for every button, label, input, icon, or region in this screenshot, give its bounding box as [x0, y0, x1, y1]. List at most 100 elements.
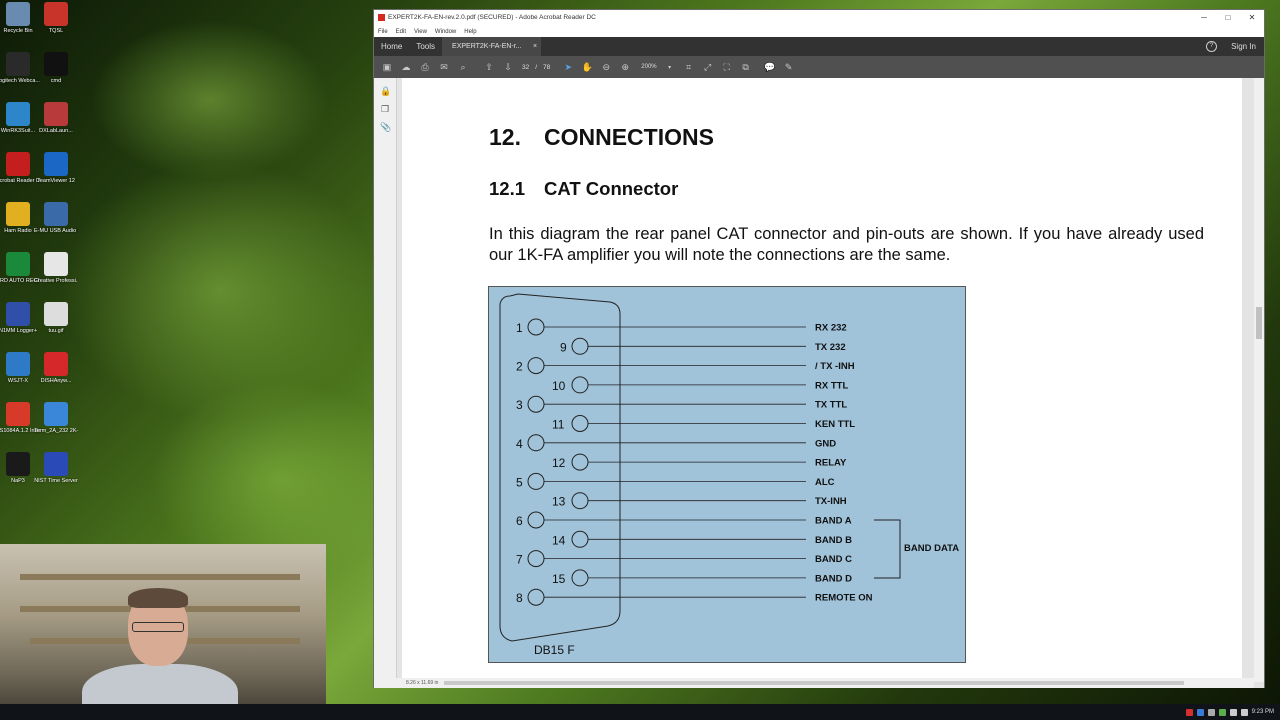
fit-page-icon[interactable]: ⤢	[702, 61, 714, 73]
help-icon[interactable]: ?	[1206, 41, 1218, 52]
comment-icon[interactable]: 💬	[764, 61, 776, 73]
maximize-button[interactable]: □	[1216, 10, 1240, 26]
desktop-icon[interactable]: cmd	[34, 52, 78, 85]
body-paragraph: In this diagram the rear panel CAT conne…	[489, 225, 1204, 264]
tray-app-icon[interactable]	[1218, 708, 1226, 716]
tab-home[interactable]: Home	[374, 37, 409, 56]
volume-icon[interactable]	[1240, 708, 1248, 716]
desktop-icon-image	[44, 152, 68, 176]
close-button[interactable]: ✕	[1240, 10, 1264, 26]
zoom-in-icon[interactable]: ⊕	[619, 61, 631, 73]
pin-signal-label: ALC	[815, 477, 835, 488]
full-screen-icon[interactable]: ⛶	[721, 61, 733, 73]
desktop-icon[interactable]: TeamViewer 12	[34, 152, 78, 185]
wallpaper-fern	[90, 20, 330, 180]
desktop-icon-image	[6, 2, 30, 26]
tray-app-icon[interactable]	[1185, 708, 1193, 716]
close-tab-icon[interactable]: ×	[533, 37, 537, 56]
page-current[interactable]: 32	[522, 64, 529, 71]
desktop-icon-image	[6, 252, 30, 276]
network-icon[interactable]	[1229, 708, 1237, 716]
desktop-icon-image	[6, 52, 30, 76]
menu-view[interactable]: View	[414, 29, 427, 35]
tab-tools[interactable]: Tools	[409, 37, 442, 56]
desktop-icon[interactable]: Creative Professi...	[34, 252, 78, 285]
lock-icon[interactable]: 🔒	[380, 86, 391, 96]
title-bar[interactable]: EXPERT2K-FA-EN-rev.2.0.pdf (SECURED) - A…	[374, 10, 1264, 26]
page-up-icon[interactable]: ⇧	[483, 61, 495, 73]
nav-bar: Home Tools EXPERT2K-FA-EN-r... × ? Sign …	[374, 37, 1264, 56]
select-tool-icon[interactable]: ➤	[562, 61, 574, 73]
menu-edit[interactable]: Edit	[396, 29, 406, 35]
pin-signal-label: BAND A	[815, 516, 852, 527]
scroll-thumb[interactable]	[1256, 307, 1262, 339]
tab-document[interactable]: EXPERT2K-FA-EN-r... ×	[442, 37, 542, 56]
search-icon[interactable]: ⌕	[457, 61, 469, 73]
desktop-icon-label: DXLabLaun...	[39, 128, 73, 134]
email-icon[interactable]: ✉	[438, 61, 450, 73]
pin-signal-label: BAND C	[815, 554, 852, 565]
pin-number: 8	[516, 591, 523, 605]
tray-app-icon[interactable]	[1196, 708, 1204, 716]
clock[interactable]: 9:23 PM	[1252, 709, 1274, 715]
print-icon[interactable]: ⎙	[419, 61, 431, 73]
tab-document-label: EXPERT2K-FA-EN-r...	[452, 43, 522, 50]
desktop-icon-label: E-MU USB Audio Pro...	[34, 228, 78, 234]
person-hair	[128, 588, 188, 608]
crop-icon[interactable]: ⌗	[683, 61, 695, 73]
desktop-icon[interactable]: Term_2A_232 2K-FA Rem...	[34, 402, 78, 435]
horizontal-scrollbar[interactable]	[444, 681, 1184, 685]
pin-number: 12	[552, 456, 566, 470]
page-down-icon[interactable]: ⇩	[502, 61, 514, 73]
desktop-icon[interactable]: TQSL	[34, 2, 78, 35]
desktop-icon-image	[6, 352, 30, 376]
pin-number: 15	[552, 572, 566, 586]
subsection-title: CAT Connector	[544, 178, 679, 199]
save-icon[interactable]: ▣	[381, 61, 393, 73]
desktop-icon-image	[6, 402, 30, 426]
menu-window[interactable]: Window	[435, 29, 456, 35]
zoom-level[interactable]: 200%	[641, 64, 656, 70]
subsection-number: 12.1	[489, 178, 526, 199]
page-indicator[interactable]: 32 / 78	[522, 64, 550, 71]
desktop-icon-label: Creative Professi...	[34, 278, 78, 284]
pin-number: 6	[516, 514, 523, 528]
band-data-label: BAND DATA	[904, 543, 959, 554]
pin-signal-label: TX 232	[815, 342, 846, 353]
webcam-overlay	[0, 544, 326, 720]
pages-icon[interactable]: ❐	[380, 104, 390, 114]
pdf-page[interactable]: 12. CONNECTIONS 12.1 CAT Connector In this…	[402, 78, 1242, 684]
section-title: CONNECTIONS	[544, 124, 714, 150]
zoom-dropdown-icon[interactable]: ▾	[664, 61, 676, 73]
highlight-icon[interactable]: ✎	[783, 61, 795, 73]
pin-number: 4	[516, 437, 523, 451]
read-mode-icon[interactable]: ⧉	[740, 61, 752, 73]
db15-connector-diagram: 1 RX 232 9 TX 232 2 / TX -INH 10 RX TTL 3 TX TTL 1…	[488, 286, 966, 663]
tray-app-icon[interactable]	[1207, 708, 1215, 716]
desktop-icon-label: tuu.gif	[48, 328, 64, 334]
attachment-icon[interactable]: 📎	[380, 122, 391, 132]
desktop-icon[interactable]: NIST Time Server	[34, 452, 78, 485]
zoom-out-icon[interactable]: ⊖	[600, 61, 612, 73]
pin-number: 13	[552, 495, 566, 509]
desktop-icon-image	[6, 302, 30, 326]
hand-tool-icon[interactable]: ✋	[581, 61, 593, 73]
minimize-button[interactable]: ─	[1192, 10, 1216, 26]
pin-signal-label: KEN TTL	[815, 419, 855, 430]
desktop-icon[interactable]: E-MU USB Audio Pro...	[34, 202, 78, 235]
desktop-icon[interactable]: DISHAnyw...	[34, 352, 78, 385]
desktop-icon[interactable]: tuu.gif	[34, 302, 78, 335]
sign-in-button[interactable]: Sign In	[1231, 42, 1256, 51]
shelf	[20, 574, 300, 580]
pin-number: 5	[516, 475, 523, 489]
desktop-icon-label: DISHAnyw...	[40, 378, 72, 384]
section-heading: 12. CONNECTIONS	[489, 124, 714, 151]
upload-icon[interactable]: ☁	[400, 61, 412, 73]
desktop-icon[interactable]: DXLabLaun...	[34, 102, 78, 135]
menu-help[interactable]: Help	[464, 29, 476, 35]
vertical-scrollbar[interactable]	[1254, 78, 1264, 682]
desktop-icon-image	[6, 452, 30, 476]
menu-file[interactable]: File	[378, 29, 388, 35]
system-tray: 9:23 PM	[1185, 704, 1274, 720]
desktop-icon-image	[44, 2, 68, 26]
